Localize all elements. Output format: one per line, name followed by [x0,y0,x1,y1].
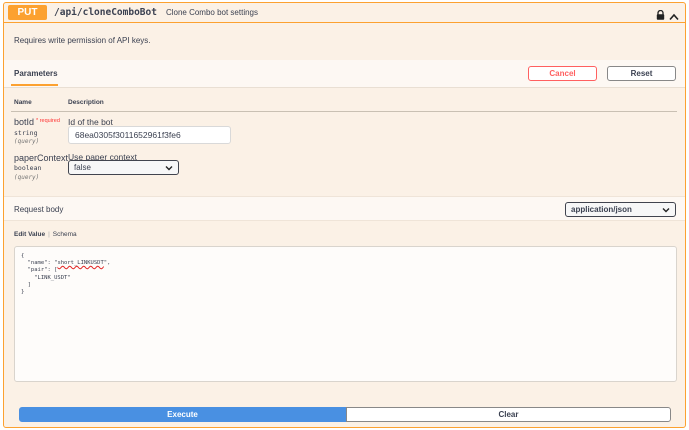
param-name-papercontext: paperContext [14,153,69,163]
operation-summary[interactable]: PUT /api/cloneComboBot Clone Combo bot s… [4,3,685,23]
code-line: "LINK_USDT" [21,274,71,281]
column-header-name: Name [14,99,32,106]
lock-icon[interactable] [656,7,665,25]
required-marker: * required [36,118,60,124]
param-name-text: botId [14,117,35,127]
content-type-select[interactable]: application/json [565,202,676,217]
tab-parameters[interactable]: Parameters [14,69,58,78]
execute-button[interactable]: Execute [19,407,346,422]
reset-button[interactable]: Reset [607,66,676,81]
operation-summary-text: Clone Combo bot settings [165,8,259,17]
request-body-title: Request body [14,205,64,214]
code-line: } [21,289,25,296]
chevron-down-icon [165,165,173,170]
request-body-header: Request body application/json [4,196,685,221]
content-type-value: application/json [571,205,632,214]
body-tabs: Edit Value | Schema [14,231,77,238]
botid-input[interactable]: 68ea0305f3011652961f3fe6 [68,126,231,144]
param-name-botid: botId * required [14,117,60,127]
code-line: ] [21,281,31,288]
tab-separator: | [48,231,50,238]
tab-active-indicator [11,84,58,86]
method-badge: PUT [8,5,47,20]
param-type-botid: string [14,129,38,137]
parameters-header: Parameters Cancel Reset [4,60,685,88]
operation-block: PUT /api/cloneComboBot Clone Combo bot s… [3,2,686,428]
chevron-up-icon[interactable] [669,8,679,26]
chevron-down-icon [662,207,670,212]
param-in-botid: (query) [14,138,40,145]
param-type-papercontext: boolean [14,164,42,172]
cancel-button[interactable]: Cancel [528,66,597,81]
papercontext-selected-value: false [74,163,91,172]
code-line: { [21,253,25,259]
param-in-papercontext: (query) [14,174,40,181]
operation-description: Requires write permission of API keys. [14,36,151,45]
code-line: ", [103,260,111,267]
column-divider [11,111,677,112]
tab-schema[interactable]: Schema [53,231,77,238]
endpoint-path: /api/cloneComboBot [54,7,157,18]
column-header-description: Description [68,99,104,106]
clear-button[interactable]: Clear [346,407,671,422]
code-line: "pair": [ [21,267,58,274]
request-body-editor[interactable]: { "name": "short_LINKUSDT", "pair": [ "L… [14,246,677,382]
tab-edit-value[interactable]: Edit Value [14,231,45,238]
papercontext-select[interactable]: false [68,160,179,175]
code-line: "name": " [21,260,58,267]
code-token-spellcheck: short_LINKUSDT [57,260,104,267]
